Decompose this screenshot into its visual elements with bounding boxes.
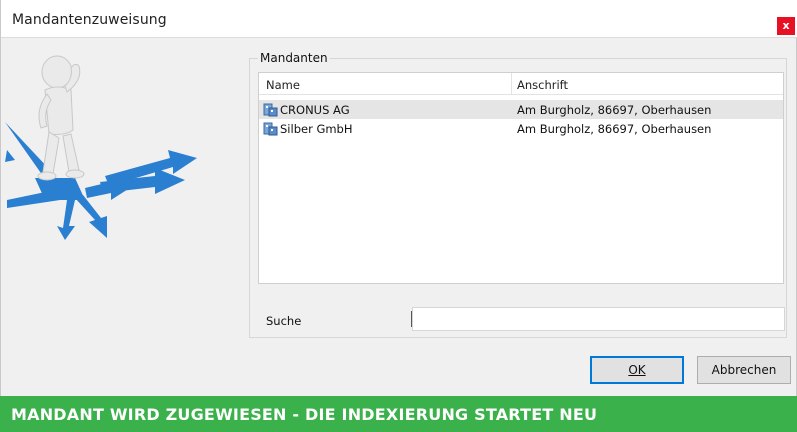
- column-divider[interactable]: [511, 73, 512, 95]
- company-icon: [263, 103, 278, 117]
- column-header-name[interactable]: Name: [266, 78, 300, 92]
- company-icon: [263, 122, 278, 136]
- ok-button[interactable]: OK: [590, 356, 684, 384]
- mandanten-group-label: Mandanten: [258, 51, 330, 65]
- search-input[interactable]: [412, 307, 785, 331]
- list-item[interactable]: Silber GmbH Am Burgholz, 86697, Oberhaus…: [259, 119, 783, 138]
- mandanten-list[interactable]: Name Anschrift CRONUS AG Am Burgholz, 86…: [258, 72, 784, 284]
- close-button[interactable]: x: [777, 17, 795, 35]
- cancel-button[interactable]: Abbrechen: [697, 356, 791, 384]
- ok-button-label: OK: [628, 363, 646, 377]
- title-bar[interactable]: Mandantenzuweisung x: [1, 0, 797, 38]
- illustration-figure-on-arrows: [5, 55, 197, 240]
- caption-banner: MANDANT WIRD ZUGEWIESEN - DIE INDEXIERUN…: [0, 396, 797, 432]
- row-address: Am Burgholz, 86697, Oberhausen: [517, 103, 712, 117]
- list-header: Name Anschrift: [259, 73, 783, 95]
- row-name: CRONUS AG: [280, 103, 350, 117]
- dialog-window: Mandantenzuweisung x Mandanten Name Ansc…: [0, 0, 797, 396]
- row-name: Silber GmbH: [280, 122, 353, 136]
- cancel-button-label: Abbrechen: [711, 363, 777, 377]
- window-title: Mandantenzuweisung: [12, 12, 167, 28]
- list-item[interactable]: CRONUS AG Am Burgholz, 86697, Oberhausen: [259, 100, 783, 119]
- caption-text: MANDANT WIRD ZUGEWIESEN - DIE INDEXIERUN…: [11, 405, 598, 424]
- row-address: Am Burgholz, 86697, Oberhausen: [517, 122, 712, 136]
- search-label: Suche: [266, 314, 302, 328]
- close-icon: x: [782, 19, 790, 32]
- column-header-anschrift[interactable]: Anschrift: [517, 78, 568, 92]
